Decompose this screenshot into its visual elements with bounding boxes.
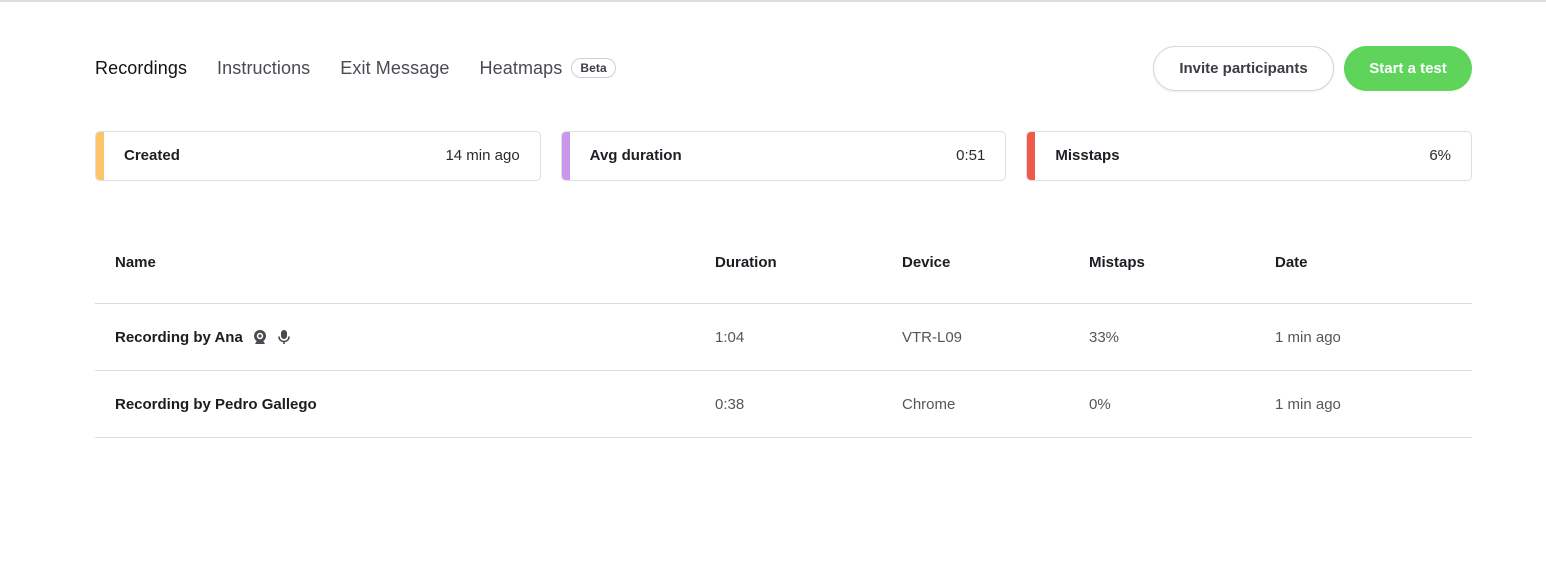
stat-accent-bar: [1027, 132, 1036, 180]
stat-accent-bar: [561, 132, 570, 180]
table-row[interactable]: Recording by Pedro Gallego 0:38 Chrome 0…: [95, 371, 1472, 438]
column-header-mistaps[interactable]: Mistaps: [1089, 221, 1145, 303]
recording-date: 1 min ago: [1275, 328, 1341, 346]
recording-mistaps: 33%: [1089, 328, 1120, 346]
recording-device: VTR-L09: [902, 328, 963, 346]
header: Recordings Instructions Exit Message Hea…: [95, 45, 1472, 91]
stat-accent-bar: [96, 132, 104, 180]
recording-name-cell: Recording by Pedro Gallego: [115, 371, 317, 437]
stats-row: Created 14 min ago Avg duration 0:51 Mis…: [95, 131, 1473, 181]
recording-duration: 1:04: [715, 328, 745, 346]
column-header-name[interactable]: Name: [115, 221, 156, 303]
invite-participants-button[interactable]: Invite participants: [1153, 45, 1334, 91]
stat-card-created: Created 14 min ago: [95, 131, 541, 181]
tab-heatmaps[interactable]: Heatmaps Beta: [480, 58, 616, 79]
webcam-icon: [252, 329, 268, 345]
microphone-icon: [276, 329, 292, 345]
stat-value: 14 min ago: [445, 147, 520, 164]
beta-badge: Beta: [571, 58, 616, 78]
recording-name: Recording by Ana: [115, 328, 243, 346]
table-row[interactable]: Recording by Ana 1:04 VTR-L09 33% 1 min …: [95, 304, 1472, 371]
recording-date: 1 min ago: [1275, 395, 1341, 413]
top-divider: [0, 0, 1546, 2]
tab-exit-message[interactable]: Exit Message: [340, 58, 449, 79]
recording-name: Recording by Pedro Gallego: [115, 395, 317, 413]
recording-duration: 0:38: [715, 395, 745, 413]
tab-heatmaps-label: Heatmaps: [479, 57, 563, 78]
tab-bar: Recordings Instructions Exit Message Hea…: [95, 45, 646, 91]
stat-value: 0:51: [956, 147, 986, 164]
recording-name-cell: Recording by Ana: [115, 304, 292, 370]
start-test-button[interactable]: Start a test: [1344, 45, 1472, 91]
recordings-table: Name Duration Device Mistaps Date Record…: [95, 221, 1472, 438]
recording-mistaps: 0%: [1089, 395, 1111, 413]
stat-label: Misstaps: [1055, 147, 1120, 164]
stat-card-avg-duration: Avg duration 0:51: [560, 131, 1007, 181]
stat-card-misstaps: Misstaps 6%: [1026, 131, 1473, 181]
stat-label: Avg duration: [589, 147, 682, 164]
header-actions: Invite participants Start a test: [1153, 45, 1472, 91]
column-header-duration[interactable]: Duration: [715, 221, 777, 303]
recording-device: Chrome: [902, 395, 956, 413]
table-header-row: Name Duration Device Mistaps Date: [95, 221, 1472, 304]
tab-instructions[interactable]: Instructions: [217, 58, 310, 79]
column-header-device[interactable]: Device: [902, 221, 950, 303]
stat-value: 6%: [1429, 147, 1452, 164]
stat-label: Created: [124, 147, 180, 164]
column-header-date[interactable]: Date: [1275, 221, 1308, 303]
tab-recordings[interactable]: Recordings: [95, 58, 187, 79]
